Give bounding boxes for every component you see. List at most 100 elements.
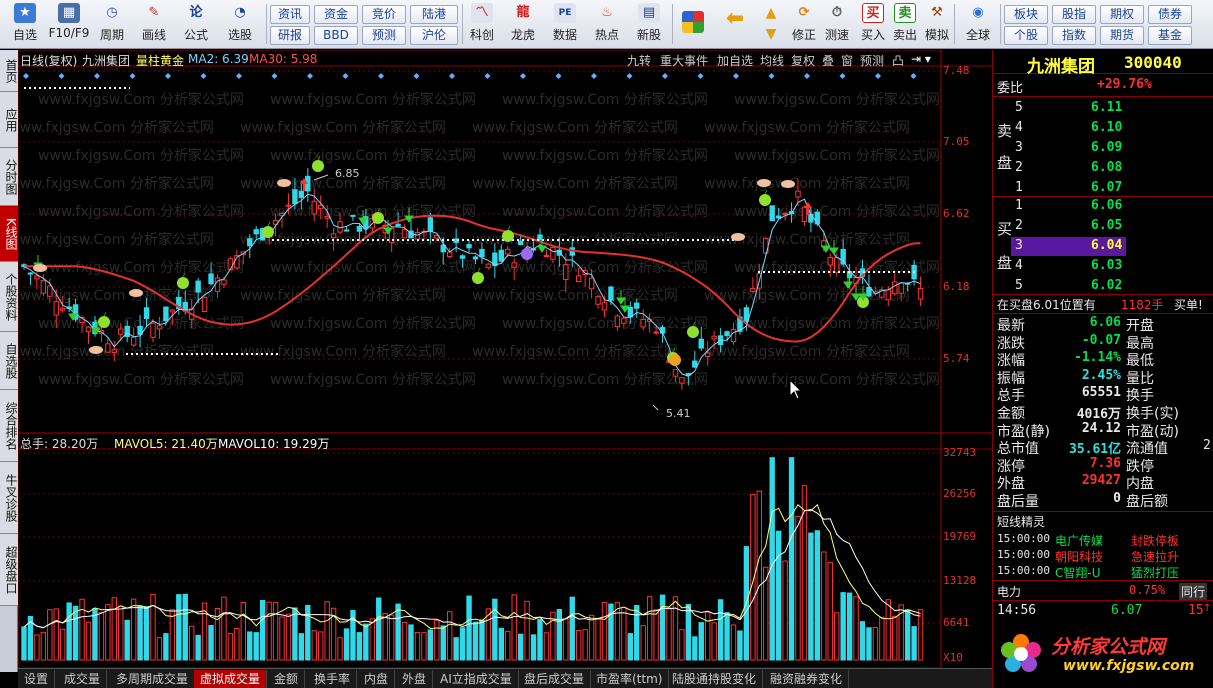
volume-bar [21, 626, 27, 661]
hotspot-button[interactable]: ♨ 热点 [588, 3, 626, 47]
menu-adjust[interactable]: 复权 [791, 52, 815, 69]
sprite-stock-name[interactable]: 电广传媒 [1055, 532, 1103, 549]
bbd-button[interactable]: BBD [314, 26, 358, 45]
capital-button[interactable]: 资金 [314, 5, 358, 24]
menu-forecast[interactable]: 预测 [860, 52, 884, 69]
quote-title: 九洲集团 300040 [993, 50, 1213, 77]
volume-bar [401, 621, 408, 661]
star-market-button[interactable]: 〽 科创 [464, 3, 500, 47]
tab-volume[interactable]: 成交量 [58, 670, 108, 688]
tab-virtual-volume[interactable]: 虚拟成交量 [194, 670, 268, 688]
funds-button[interactable]: 基金 [1148, 26, 1192, 45]
tab-kline[interactable]: K线图 [0, 206, 18, 262]
sprite-time: 15:00:00 [997, 564, 1050, 577]
apple-signal-icon [177, 277, 189, 289]
menu-window[interactable]: 窗 [841, 52, 853, 69]
tab-settings[interactable]: 设置 [18, 670, 56, 688]
simulate-button[interactable]: ⚒ 模拟 [922, 3, 952, 47]
period-label[interactable]: 日线(复权) [20, 52, 77, 69]
kline-chart-area[interactable]: www.fxjgsw.Com 分析家公式网 www.fxjgsw.Com 分析家公… [18, 50, 992, 668]
volume-bar [85, 621, 92, 661]
formula-button[interactable]: 论 公式 [176, 3, 216, 47]
menu-ma[interactable]: 均线 [760, 52, 784, 69]
indicator-label[interactable]: 量柱黄金 [136, 52, 184, 69]
f10-button[interactable]: ▦ F10/F9 [48, 3, 90, 47]
up-button[interactable]: ▲ ▼ [756, 3, 786, 47]
tab-intraday[interactable]: 分时图 [0, 148, 18, 206]
options-button[interactable]: 期权 [1100, 5, 1144, 24]
volume-axis-label: 32743 [943, 446, 977, 459]
tab-turnover[interactable]: 换手率 [308, 670, 358, 688]
sell-price[interactable]: 6.07 [1091, 180, 1122, 195]
tab-amount[interactable]: 金额 [268, 670, 306, 688]
menu-add-watch[interactable]: 加自选 [717, 52, 753, 69]
volume-bar [659, 594, 666, 661]
global-button[interactable]: ◉ 全球 [958, 3, 998, 47]
tab-ai-volume[interactable]: AI立指成交量 [434, 670, 519, 688]
menu-overlay[interactable]: 叠 [822, 52, 834, 69]
tab-inner[interactable]: 内盘 [358, 670, 396, 688]
sell-button[interactable]: 卖 卖出 [890, 3, 920, 47]
sell-price[interactable]: 6.10 [1091, 120, 1122, 135]
buy-price[interactable]: 6.04 [1091, 238, 1122, 253]
stat-value: 4016万 [1076, 407, 1121, 422]
draw-line-button[interactable]: ✎ 画线 [134, 3, 174, 47]
order-qty: 1182手 [1121, 298, 1164, 312]
sell-price[interactable]: 6.11 [1091, 100, 1122, 115]
bonds-button[interactable]: 债券 [1148, 5, 1192, 24]
tab-diagnosis[interactable]: 牛叉诊股 [0, 462, 18, 534]
back-button[interactable]: ⬅ [718, 3, 752, 47]
menu-major-events[interactable]: 重大事件 [660, 52, 708, 69]
menu-convex[interactable]: 凸 [892, 52, 904, 69]
sector-button[interactable]: 板块 [1004, 5, 1048, 24]
index-button[interactable]: 指数 [1052, 26, 1096, 45]
tab-multi-period-volume[interactable]: 多周期成交量 [110, 670, 196, 688]
pin-icon[interactable]: ⇥ ▾ [911, 52, 931, 66]
tab-ranking[interactable]: 综合排名 [0, 390, 18, 462]
news-button[interactable]: 资讯 [270, 5, 310, 24]
research-button[interactable]: 研报 [270, 26, 310, 45]
menu-jiuzhuan[interactable]: 九转 [627, 52, 651, 69]
multi-window-button[interactable] [678, 3, 708, 47]
tab-super-orderbook[interactable]: 超级盘口 [0, 534, 18, 606]
tab-peers[interactable]: 同行 [1179, 583, 1208, 600]
tab-outer[interactable]: 外盘 [396, 670, 434, 688]
tab-pe-ttm[interactable]: 市盈率(ttm) [590, 670, 670, 688]
buy-price[interactable]: 6.06 [1091, 198, 1122, 213]
futures-button[interactable]: 期货 [1100, 26, 1144, 45]
tab-apps[interactable]: 应用 [0, 92, 18, 148]
sprite-stock-name[interactable]: C智翔-U [1055, 564, 1101, 581]
tab-margin-trading[interactable]: 融资融券变化 [764, 670, 850, 688]
tab-home[interactable]: 首页 [0, 50, 18, 92]
event-diamond-icon [307, 73, 313, 79]
auction-button[interactable]: 竞价 [362, 5, 406, 24]
correct-button[interactable]: ⟳ 修正 [788, 3, 820, 47]
buy-price[interactable]: 6.02 [1091, 278, 1122, 293]
sector-name[interactable]: 电力 [997, 583, 1021, 600]
stock-picker-button[interactable]: ◔ 选股 [218, 3, 262, 47]
hk-connect-button[interactable]: 陆港 [410, 5, 458, 24]
buy-price[interactable]: 6.05 [1091, 218, 1122, 233]
sprite-title[interactable]: 短线精灵 [997, 513, 1045, 530]
tab-watchlist[interactable]: 自选股 [0, 332, 18, 390]
buy-button[interactable]: 买 买入 [858, 3, 888, 47]
candle-body [163, 306, 169, 322]
forecast-button[interactable]: 预测 [362, 26, 406, 45]
data-button[interactable]: PE 数据 [546, 3, 584, 47]
dragon-tiger-button[interactable]: 龍 龙虎 [504, 3, 542, 47]
shanghai-london-button[interactable]: 沪伦 [410, 26, 458, 45]
buy-price[interactable]: 6.03 [1091, 258, 1122, 273]
stock-index-button[interactable]: 股指 [1052, 5, 1096, 24]
kline-chart-svg[interactable]: www.fxjgsw.Com 分析家公式网 www.fxjgsw.Com 分析家公… [18, 50, 992, 668]
ipo-button[interactable]: ▤ 新股 [630, 3, 668, 47]
sell-price[interactable]: 6.09 [1091, 140, 1122, 155]
period-button[interactable]: ◷ 周期 [92, 3, 132, 47]
tab-stock-profile[interactable]: 个股资料 [0, 262, 18, 332]
tab-after-hours-volume[interactable]: 盘后成交量 [518, 670, 592, 688]
speed-test-button[interactable]: ⏱ 测速 [822, 3, 852, 47]
sell-price[interactable]: 6.08 [1091, 160, 1122, 175]
favorites-button[interactable]: ★ 自选 [4, 3, 46, 47]
sprite-stock-name[interactable]: 朝阳科技 [1055, 548, 1103, 565]
tab-northbound-holdings[interactable]: 陆股通持股变化 [666, 670, 764, 688]
individual-stock-button[interactable]: 个股 [1004, 26, 1048, 45]
